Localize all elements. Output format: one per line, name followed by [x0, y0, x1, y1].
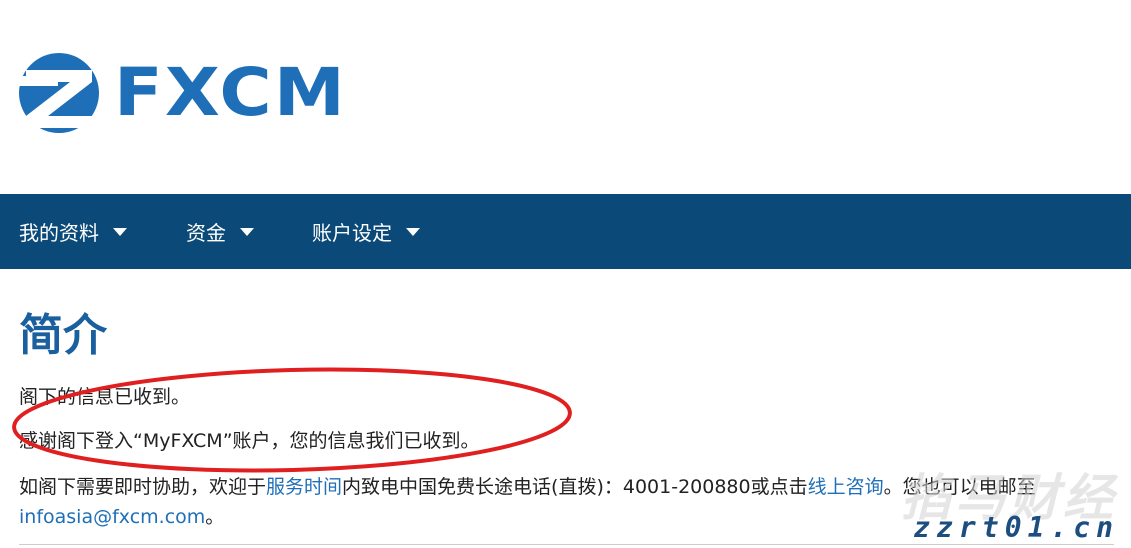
contact-text-suffix: 。您也可以电邮至	[883, 476, 1036, 498]
fxcm-logo[interactable]: FXCM	[18, 48, 345, 138]
nav-item-label: 资金	[186, 221, 226, 245]
online-chat-link[interactable]: 线上咨询	[808, 476, 884, 498]
nav-item-my-profile[interactable]: 我的资料	[19, 194, 127, 269]
contact-text-middle: 内致电中国免费长途电话(直拨)：4001-200880或点击	[342, 476, 808, 498]
service-hours-link[interactable]: 服务时间	[266, 476, 342, 498]
logo-wordmark: FXCM	[114, 54, 347, 131]
watermark: 掐马财经 zzrt01.cn	[865, 458, 1125, 548]
confirmation-message: 阁下的信息已收到。	[19, 386, 191, 408]
page-title: 简介	[19, 310, 107, 361]
watermark-url-text: zzrt01.cn	[913, 511, 1119, 544]
email-line: infoasia@fxcm.com。	[19, 504, 224, 530]
email-link[interactable]: infoasia@fxcm.com	[19, 506, 205, 528]
main-content: 简介 阁下的信息已收到。 感谢阁下登入“MyFXCM”账户，您的信息我们已收到。…	[19, 310, 1129, 528]
main-navbar: 我的资料 资金 账户设定	[0, 194, 1131, 269]
email-suffix: 。	[205, 506, 225, 528]
nav-item-account-settings[interactable]: 账户设定	[312, 194, 420, 269]
caret-down-icon	[406, 227, 420, 236]
fxcm-logo-icon	[18, 53, 99, 133]
contact-info-text: 如阁下需要即时协助，欢迎于服务时间内致电中国免费长途电话(直拨)：4001-20…	[19, 474, 1036, 500]
site-header: FXCM	[0, 0, 1131, 194]
caret-down-icon	[240, 227, 254, 236]
divider	[19, 544, 1114, 545]
thank-you-message: 感谢阁下登入“MyFXCM”账户，您的信息我们已收到。	[19, 430, 480, 452]
nav-item-funds[interactable]: 资金	[186, 194, 254, 269]
caret-down-icon	[113, 227, 127, 236]
nav-item-label: 我的资料	[19, 221, 99, 245]
contact-text-prefix: 如阁下需要即时协助，欢迎于	[19, 476, 267, 498]
nav-item-label: 账户设定	[312, 221, 392, 245]
